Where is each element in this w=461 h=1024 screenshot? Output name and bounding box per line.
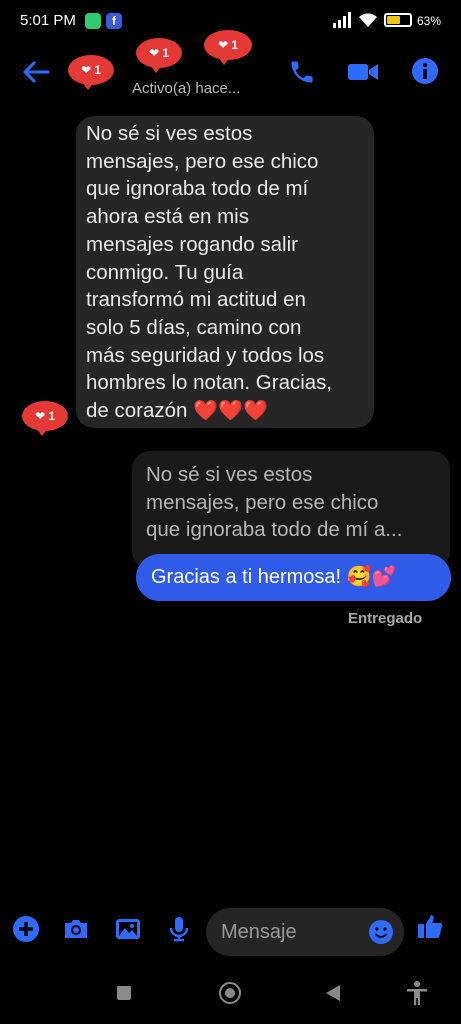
- hearts-emoji: ❤️❤️❤️: [193, 400, 268, 423]
- heart-reaction-badge[interactable]: ❤ 1: [20, 394, 76, 444]
- quoted-reply[interactable]: No sé si ves estos mensajes, pero ese ch…: [132, 451, 450, 569]
- video-icon[interactable]: [346, 58, 380, 86]
- heart-reaction-badge[interactable]: ❤ 1: [132, 34, 192, 74]
- message-placeholder: Mensaje: [221, 921, 297, 943]
- heart-icon: ❤: [81, 63, 92, 77]
- heart-icon: ❤: [218, 38, 229, 52]
- emoji-icon[interactable]: [368, 919, 394, 945]
- message-input[interactable]: Mensaje: [206, 908, 404, 956]
- wifi-icon: [359, 13, 377, 27]
- accessibility-icon[interactable]: [404, 980, 430, 1006]
- recent-apps-button[interactable]: [117, 986, 131, 1000]
- active-status: Activo(a) hace...: [132, 80, 241, 97]
- image-icon[interactable]: [114, 915, 142, 943]
- emoji: 🥰💕: [346, 566, 397, 588]
- delivery-status: Entregado: [348, 610, 423, 627]
- camera-icon[interactable]: [62, 915, 90, 943]
- heart-reaction-badge[interactable]: ❤ 1: [64, 48, 122, 98]
- info-icon[interactable]: [410, 56, 440, 86]
- heart-reaction-badge[interactable]: ❤ 1: [200, 22, 260, 74]
- status-time: 5:01 PM: [20, 12, 76, 29]
- phone-icon[interactable]: [288, 58, 316, 86]
- heart-icon: ❤: [149, 46, 160, 60]
- received-message[interactable]: No sé si ves estos mensajes, pero ese ch…: [76, 116, 374, 428]
- facebook-notification-icon: f: [106, 13, 122, 29]
- system-back-button[interactable]: [326, 985, 340, 1001]
- thumbs-up-icon[interactable]: [416, 912, 444, 940]
- home-button[interactable]: [219, 982, 241, 1004]
- sent-message[interactable]: Gracias a ti hermosa! 🥰💕: [136, 554, 451, 601]
- battery-percent: 63%: [417, 14, 442, 28]
- whatsapp-notification-icon: [85, 13, 101, 29]
- microphone-icon[interactable]: [165, 915, 193, 943]
- back-arrow-icon[interactable]: [22, 60, 50, 84]
- battery-icon: [384, 13, 412, 27]
- signal-icon: [333, 12, 351, 28]
- plus-icon[interactable]: [12, 915, 40, 943]
- heart-icon: ❤: [35, 409, 46, 423]
